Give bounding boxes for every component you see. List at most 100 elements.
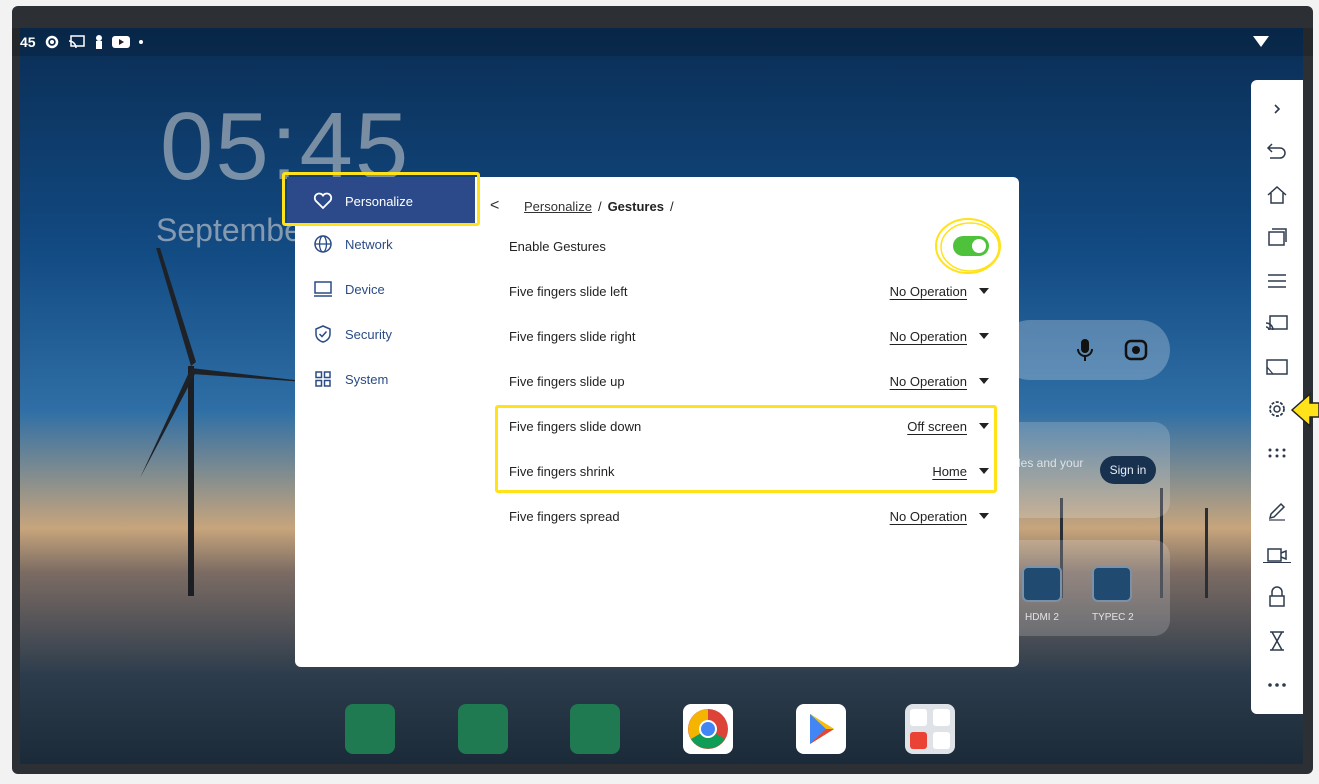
screen-icon	[1266, 359, 1288, 375]
setting-label: Five fingers slide up	[509, 373, 625, 389]
sign-in-button[interactable]: Sign in	[1100, 456, 1156, 484]
wifi-icon	[1253, 36, 1269, 47]
dock-screen-share-app[interactable]	[458, 704, 508, 754]
hdmi2-label: HDMI 2	[1025, 612, 1059, 623]
chevron-right-icon	[1274, 104, 1281, 114]
highlight-arrow-icon	[1290, 392, 1319, 428]
slide-right-dropdown[interactable]: No Operation	[890, 329, 989, 344]
setting-row-enable-gestures: Enable Gestures	[509, 231, 989, 261]
dock-play-store-app[interactable]	[796, 704, 846, 754]
cast-button[interactable]	[1261, 308, 1293, 338]
home-icon	[1267, 185, 1287, 204]
person-icon	[95, 35, 102, 49]
lockscreen-date: Septembe	[156, 212, 302, 248]
lock-button[interactable]	[1261, 582, 1293, 612]
nav-item-network[interactable]: Network	[295, 222, 480, 266]
highlight-circle	[935, 218, 1001, 274]
record-button[interactable]	[1261, 540, 1293, 570]
caret-down-icon	[979, 468, 989, 474]
collapse-toolbar-button[interactable]	[1261, 94, 1293, 124]
breadcrumb-separator: /	[669, 198, 674, 214]
setting-label: Five fingers slide down	[509, 418, 642, 434]
typec2-source-button[interactable]	[1092, 566, 1132, 602]
typec2-label: TYPEC 2	[1092, 612, 1134, 623]
pen-icon	[1268, 502, 1286, 521]
home-button[interactable]	[1261, 180, 1293, 210]
settings-button[interactable]	[1261, 394, 1293, 424]
nav-item-personalize[interactable]: Personalize	[287, 177, 475, 225]
setting-row-shrink[interactable]: Five fingers shrink Home	[509, 456, 989, 486]
search-bar[interactable]	[1000, 320, 1170, 380]
setting-label: Five fingers spread	[509, 508, 620, 524]
shield-icon	[315, 325, 331, 343]
caret-down-icon	[979, 333, 989, 339]
dot-icon	[138, 40, 143, 44]
dock-chrome-app[interactable]	[683, 704, 733, 754]
nav-item-label: Network	[345, 236, 393, 252]
menu-button[interactable]	[1261, 266, 1293, 296]
breadcrumb-back-button[interactable]: <	[490, 197, 504, 215]
status-time: 45	[20, 34, 36, 50]
record-icon	[1267, 548, 1287, 562]
account-widget-text: les and your	[1018, 456, 1084, 470]
setting-label: Five fingers slide right	[509, 328, 636, 344]
caret-down-icon	[979, 378, 989, 384]
play-store-icon	[810, 714, 834, 744]
nav-item-system[interactable]: System	[295, 357, 480, 401]
more-button[interactable]	[1261, 670, 1293, 700]
shrink-dropdown[interactable]: Home	[932, 464, 989, 479]
timer-button[interactable]	[1261, 626, 1293, 656]
nav-item-label: Device	[345, 281, 385, 297]
wind-turbine-image	[140, 248, 300, 596]
dropdown-value: No Operation	[889, 508, 967, 524]
apps-button[interactable]	[1261, 438, 1293, 468]
dock-files-app[interactable]	[570, 704, 620, 754]
cast-icon	[68, 35, 85, 49]
dock-whiteboard-app[interactable]	[345, 704, 395, 754]
heart-icon	[313, 192, 333, 210]
recents-button[interactable]	[1261, 222, 1293, 252]
dropdown-value: No Operation	[889, 328, 967, 344]
back-button[interactable]	[1261, 136, 1293, 166]
slide-up-dropdown[interactable]: No Operation	[890, 374, 989, 389]
cast-icon	[1265, 315, 1288, 331]
slide-left-dropdown[interactable]: No Operation	[890, 284, 989, 299]
menu-icon	[1268, 274, 1286, 288]
dropdown-value: No Operation	[889, 283, 967, 299]
spread-dropdown[interactable]: No Operation	[890, 509, 989, 524]
breadcrumb: < Personalize / Gestures /	[490, 197, 674, 215]
lock-icon	[1269, 586, 1285, 607]
slide-down-dropdown[interactable]: Off screen	[907, 419, 989, 434]
setting-label: Enable Gestures	[509, 238, 606, 254]
nav-item-security[interactable]: Security	[295, 312, 480, 356]
nav-item-label: Security	[345, 326, 392, 342]
mic-icon[interactable]	[1076, 338, 1094, 362]
dock-google-apps-folder[interactable]	[905, 704, 955, 754]
google-apps-icon	[910, 709, 950, 749]
dropdown-value: No Operation	[889, 373, 967, 389]
back-icon	[1266, 143, 1286, 159]
setting-row-slide-down[interactable]: Five fingers slide down Off screen	[509, 411, 989, 441]
globe-icon	[314, 235, 332, 253]
lens-icon[interactable]	[1124, 339, 1148, 361]
hdmi2-source-button[interactable]	[1022, 566, 1062, 602]
nav-item-device[interactable]: Device	[295, 267, 480, 311]
gear-icon	[45, 35, 58, 49]
setting-row-slide-right[interactable]: Five fingers slide right No Operation	[509, 321, 989, 351]
recents-icon	[1268, 228, 1287, 246]
caret-down-icon	[979, 423, 989, 429]
breadcrumb-parent-link[interactable]: Personalize	[524, 199, 592, 214]
chrome-icon	[688, 709, 728, 749]
setting-label: Five fingers slide left	[509, 283, 628, 299]
youtube-icon	[111, 36, 130, 48]
gear-icon	[1269, 401, 1285, 417]
apps-icon	[1268, 448, 1286, 458]
screen-button[interactable]	[1261, 352, 1293, 382]
pen-button[interactable]	[1261, 496, 1293, 526]
setting-row-slide-up[interactable]: Five fingers slide up No Operation	[509, 366, 989, 396]
setting-row-spread[interactable]: Five fingers spread No Operation	[509, 501, 989, 531]
dropdown-value: Off screen	[907, 418, 967, 434]
caret-down-icon	[979, 513, 989, 519]
breadcrumb-current: Gestures	[607, 198, 664, 214]
setting-row-slide-left[interactable]: Five fingers slide left No Operation	[509, 276, 989, 306]
